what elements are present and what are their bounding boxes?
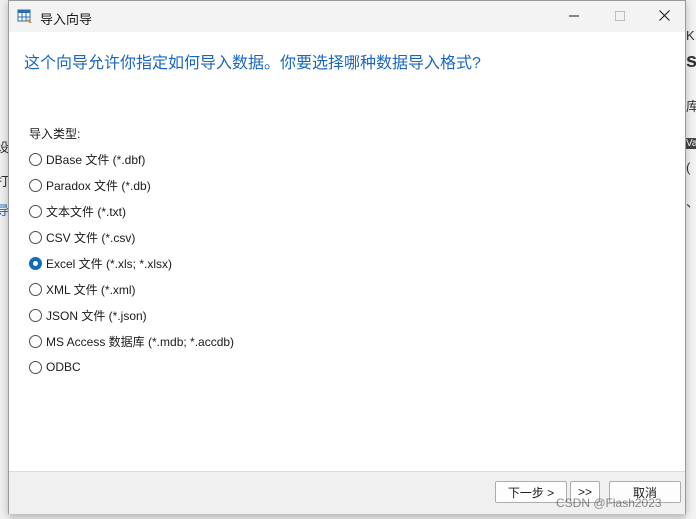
radio-label: Excel 文件 (*.xls; *.xlsx) — [46, 256, 173, 271]
radio-button[interactable] — [29, 308, 42, 322]
radio-option-excel[interactable]: Excel 文件 (*.xls; *.xlsx) — [29, 253, 172, 273]
radio-option-dbase[interactable]: DBase 文件 (*.dbf) — [29, 149, 145, 169]
radio-option-json[interactable]: JSON 文件 (*.json) — [29, 305, 147, 325]
wizard-content: 这个向导允许你指定如何导入数据。你要选择哪种数据导入格式? 导入类型: DBas… — [9, 32, 685, 471]
maximize-button[interactable] — [597, 1, 643, 32]
close-icon — [658, 8, 670, 26]
radio-button[interactable] — [29, 282, 42, 296]
background-text: Va — [686, 138, 696, 149]
radio-label: MS Access 数据库 (*.mdb; *.accdb) — [46, 334, 235, 349]
radio-option-ms-access[interactable]: MS Access 数据库 (*.mdb; *.accdb) — [29, 331, 234, 351]
radio-option-paradox[interactable]: Paradox 文件 (*.db) — [29, 175, 151, 195]
minimize-button[interactable] — [551, 1, 597, 32]
background-text: s — [686, 50, 696, 72]
title-bar[interactable]: 导入向导 — [9, 1, 685, 33]
background-text: 库 — [686, 99, 696, 114]
import-type-label: 导入类型: — [29, 127, 81, 141]
radio-label: 文本文件 (*.txt) — [46, 204, 126, 219]
radio-label: JSON 文件 (*.json) — [46, 308, 147, 323]
close-button[interactable] — [641, 1, 687, 32]
maximize-icon — [615, 8, 625, 26]
radio-button[interactable] — [29, 334, 42, 348]
background-text: ( — [686, 160, 691, 175]
radio-button-selected[interactable] — [29, 256, 42, 270]
radio-button[interactable] — [29, 178, 42, 192]
radio-label: DBase 文件 (*.dbf) — [46, 152, 146, 167]
radio-label: Paradox 文件 (*.db) — [46, 178, 151, 193]
table-wizard-icon — [17, 8, 33, 24]
background-app-right: K s 库 Va ( 、 — [686, 0, 696, 519]
radio-option-text[interactable]: 文本文件 (*.txt) — [29, 201, 126, 221]
radio-button[interactable] — [29, 230, 42, 244]
background-text: 、 — [686, 192, 696, 211]
watermark: CSDN @Flash2023 — [556, 496, 662, 510]
radio-button[interactable] — [29, 204, 42, 218]
page-headline: 这个向导允许你指定如何导入数据。你要选择哪种数据导入格式? — [24, 55, 481, 72]
radio-option-xml[interactable]: XML 文件 (*.xml) — [29, 279, 136, 299]
radio-option-csv[interactable]: CSV 文件 (*.csv) — [29, 227, 135, 247]
radio-option-odbc[interactable]: ODBC — [29, 357, 81, 377]
background-text: K — [686, 28, 695, 43]
radio-label: XML 文件 (*.xml) — [46, 282, 136, 297]
radio-button[interactable] — [29, 360, 42, 374]
radio-button[interactable] — [29, 152, 42, 166]
window-title: 导入向导 — [40, 12, 93, 27]
import-wizard-window: 导入向导 这个向导允许你指定如何导入数据。你要选择哪种数据导入格式? 导入类型:… — [8, 0, 686, 514]
radio-label: ODBC — [46, 360, 81, 374]
radio-label: CSV 文件 (*.csv) — [46, 230, 136, 245]
minimize-icon — [569, 8, 579, 26]
